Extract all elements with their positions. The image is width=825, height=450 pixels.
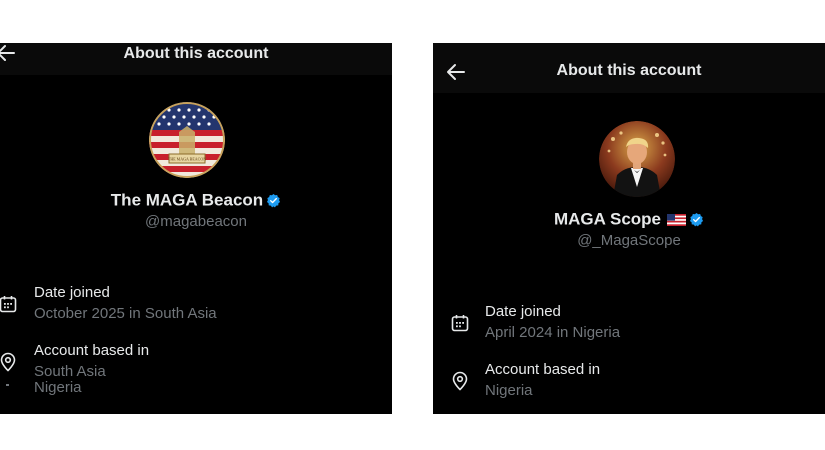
account-based-label: Account based in bbox=[34, 342, 150, 359]
account-based-value: South Asia bbox=[34, 363, 106, 380]
header-bar: About this account bbox=[0, 43, 392, 75]
location-pin-icon bbox=[452, 371, 468, 391]
calendar-icon bbox=[451, 315, 469, 332]
about-account-panel-right: About this account MAGA Scope @_MagaScop… bbox=[433, 43, 825, 414]
page-title: About this account bbox=[123, 45, 269, 62]
handle: @_MagaScope bbox=[577, 232, 681, 249]
handle: @magabeacon bbox=[145, 213, 247, 230]
date-joined-value: April 2024 in Nigeria bbox=[485, 324, 621, 341]
page-title: About this account bbox=[556, 62, 702, 79]
account-based-value: Nigeria bbox=[485, 382, 533, 399]
date-joined-label: Date joined bbox=[34, 284, 110, 301]
display-name: The MAGA Beacon bbox=[0, 190, 392, 211]
account-based-label: Account based in bbox=[485, 361, 601, 378]
header-bar: About this account bbox=[433, 43, 825, 93]
date-joined-value: October 2025 in South Asia bbox=[34, 305, 217, 322]
avatar[interactable]: THE MAGA BEACON bbox=[149, 102, 225, 178]
date-joined-label: Date joined bbox=[485, 303, 561, 320]
avatar[interactable] bbox=[599, 121, 675, 197]
calendar-icon bbox=[0, 296, 17, 313]
avatar-banner-text: THE MAGA BEACON bbox=[168, 157, 206, 162]
about-account-panel-left: About this account THE MAGA BEACON The M… bbox=[0, 43, 392, 414]
account-based-row: Account based in Nigeria bbox=[433, 361, 825, 405]
date-joined-row: Date joined April 2024 in Nigeria bbox=[433, 303, 825, 347]
location-pin-icon bbox=[0, 352, 16, 372]
verified-badge-icon bbox=[689, 212, 704, 227]
us-flag-emoji bbox=[667, 213, 687, 226]
display-name: MAGA Scope bbox=[433, 209, 825, 230]
overlap-dot bbox=[6, 384, 9, 386]
overlap-text: Nigeria bbox=[34, 379, 82, 396]
date-joined-row: Date joined October 2025 in South Asia bbox=[0, 284, 392, 328]
verified-badge-icon bbox=[267, 193, 281, 208]
